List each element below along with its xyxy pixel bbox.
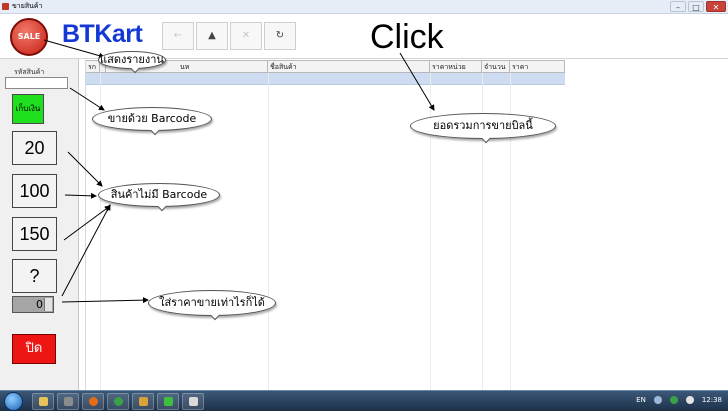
app-taskbar-item[interactable] [132, 393, 154, 410]
column-header[interactable]: ราคา [510, 61, 565, 73]
window-close-button[interactable]: ✕ [706, 1, 726, 12]
click-annotation: Click [370, 18, 444, 56]
title-bar: ขายสินค้า – □ ✕ [0, 0, 728, 14]
table-row[interactable] [86, 73, 565, 85]
language-indicator[interactable]: EN [636, 396, 646, 404]
app-taskbar-item[interactable] [57, 393, 79, 410]
sale-app-taskbar-item[interactable] [182, 393, 204, 410]
brand-logo: BTKart [62, 20, 143, 48]
callout-report: แสดงรายงาน [98, 51, 166, 69]
maximize-button[interactable]: □ [688, 1, 704, 12]
sale-report-button[interactable]: SALE [10, 18, 48, 56]
explorer-taskbar-item[interactable] [32, 393, 54, 410]
window-title: ขายสินค้า [12, 2, 43, 10]
start-button[interactable] [4, 392, 23, 411]
window-controls: – □ ✕ [670, 1, 726, 12]
custom-amount-button[interactable]: ? [12, 259, 57, 293]
minimize-button[interactable]: – [670, 1, 686, 12]
firefox-taskbar-item[interactable] [82, 393, 104, 410]
callout-any-price: ใส่ราคาขายเท่าไรก็ได้ [148, 290, 276, 316]
column-header[interactable]: จำนวน [482, 61, 510, 73]
up-button[interactable]: ▲ [196, 22, 228, 50]
chrome-taskbar-item[interactable] [107, 393, 129, 410]
refresh-button[interactable]: ↻ [264, 22, 296, 50]
back-button[interactable]: ← [162, 22, 194, 50]
amount-20-button[interactable]: 20 [12, 131, 57, 165]
app-taskbar-item[interactable] [157, 393, 179, 410]
clock[interactable]: 12:38 [702, 396, 722, 404]
amount-150-button[interactable]: 150 [12, 217, 57, 251]
amount-100-button[interactable]: 100 [12, 174, 57, 208]
grid-divider [268, 73, 269, 390]
system-tray: EN 12:38 [636, 396, 722, 404]
close-button[interactable]: ปิด [12, 334, 56, 364]
network-icon[interactable] [669, 396, 678, 404]
delete-button[interactable]: ✕ [230, 22, 262, 50]
tray-arrow-icon[interactable] [653, 396, 662, 404]
left-panel: รหัสสินค้า เก็บเงิน 20 100 150 ? 0 ปิด [0, 59, 79, 390]
collect-payment-button[interactable]: เก็บเงิน [12, 94, 44, 124]
volume-icon[interactable] [685, 396, 694, 404]
callout-bill-total: ยอดรวมการขายบิลนี้ [410, 113, 556, 139]
column-header[interactable]: รก [86, 61, 100, 73]
taskbar: EN 12:38 [0, 390, 728, 411]
callout-barcode-sale: ขายด้วย Barcode [92, 107, 212, 131]
app-icon [2, 3, 9, 10]
price-stepper[interactable]: 0 [12, 296, 54, 313]
product-code-input[interactable] [5, 77, 68, 89]
callout-no-barcode: สินค้าไม่มี Barcode [98, 183, 220, 207]
column-header[interactable]: ราคาหน่วย [430, 61, 482, 73]
column-header[interactable]: ชื่อสินค้า [268, 61, 430, 73]
